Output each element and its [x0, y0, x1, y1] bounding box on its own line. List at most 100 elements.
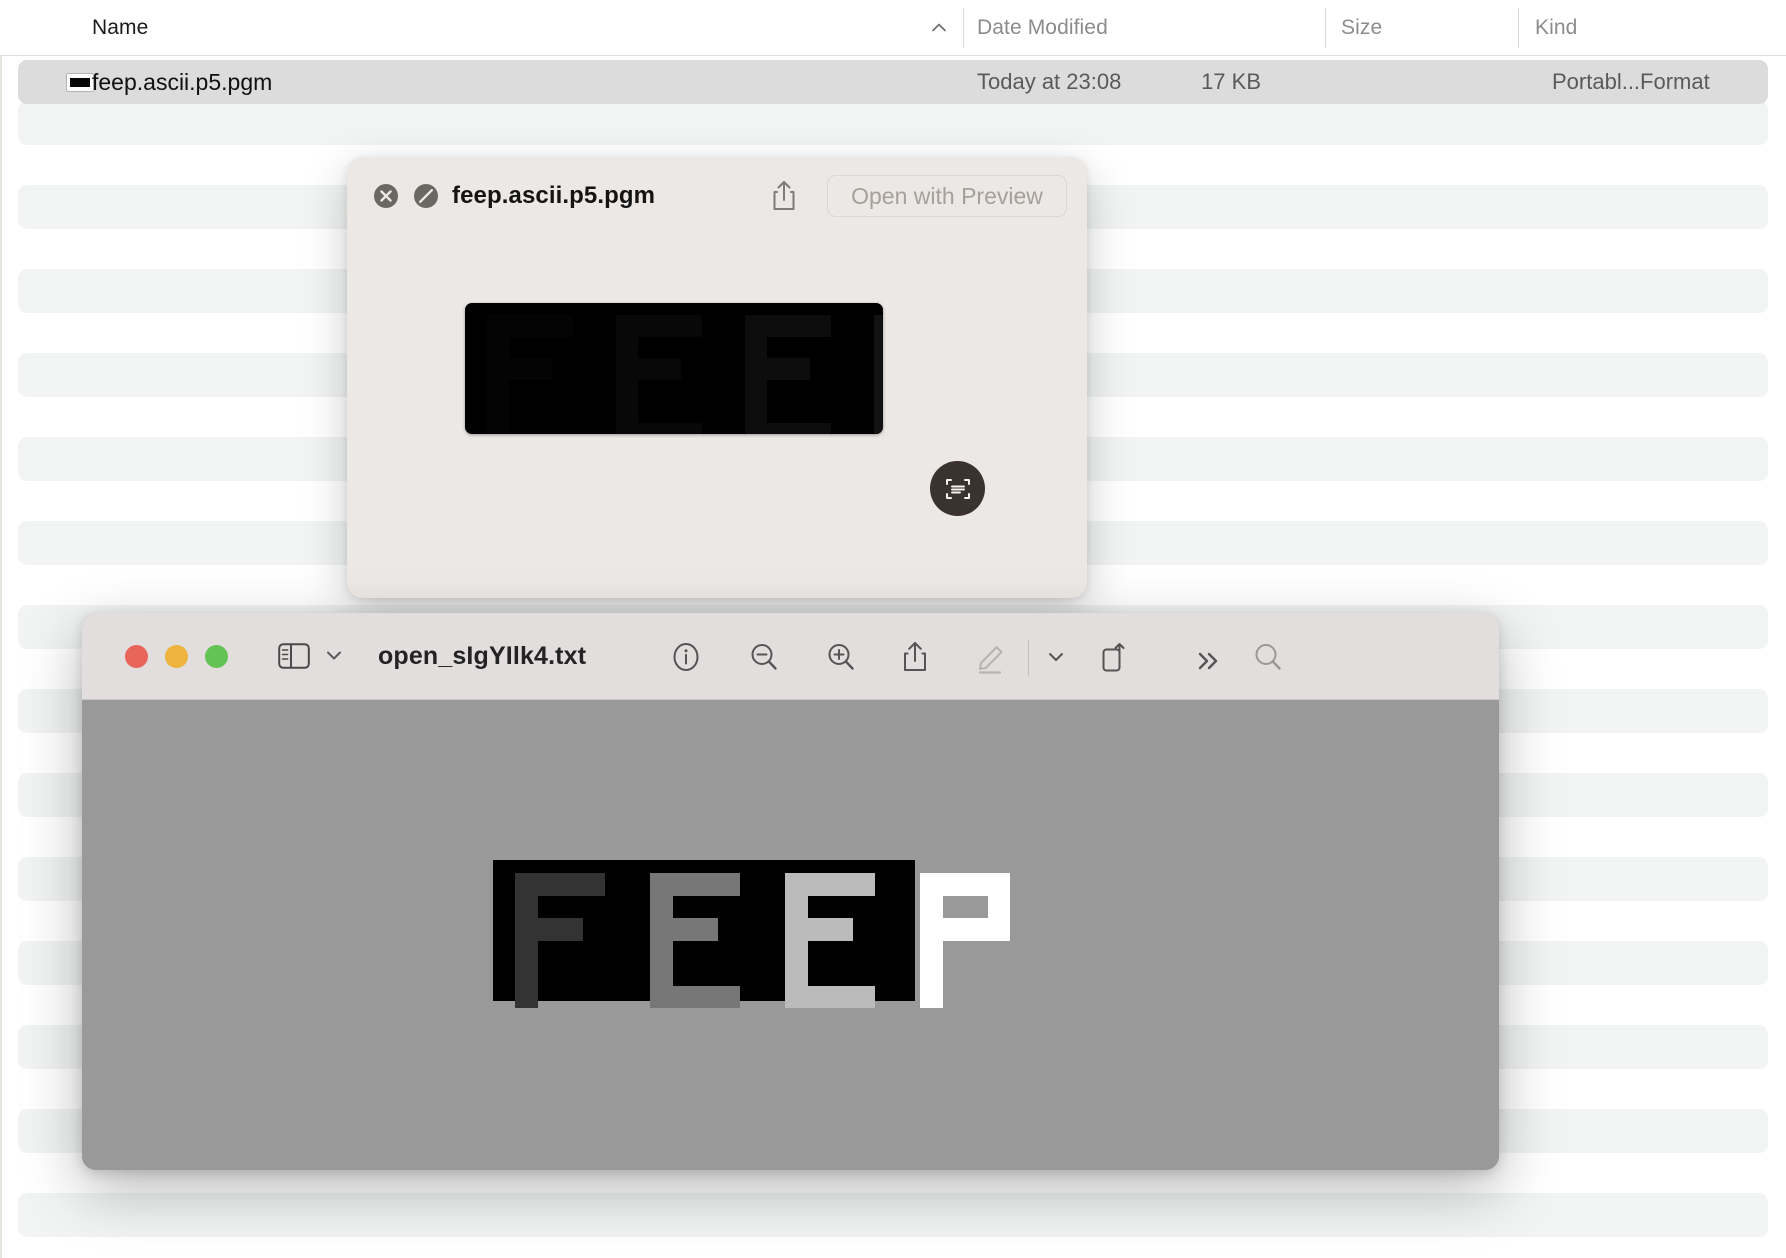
- sort-chevron-up-icon[interactable]: [930, 19, 948, 37]
- search-icon[interactable]: [1250, 639, 1286, 675]
- feep-pixel: [680, 422, 702, 434]
- feep-pixel: [487, 315, 509, 337]
- feep-pixel: [874, 315, 883, 337]
- column-header-bar: Name Date Modified Size Kind: [0, 0, 1786, 56]
- preview-canvas: [82, 700, 1499, 1170]
- feep-pixel: [874, 379, 883, 401]
- feep-pixel: [487, 422, 509, 434]
- feep-pixel: [785, 873, 808, 896]
- quick-look-title: feep.ascii.p5.pgm: [452, 182, 656, 209]
- feep-pixel: [659, 315, 681, 337]
- file-size: 17 KB: [1201, 69, 1261, 94]
- feep-pixel: [515, 873, 538, 896]
- feep-pixel: [785, 963, 808, 986]
- list-item[interactable]: [18, 1193, 1768, 1237]
- feep-pixel: [788, 422, 810, 434]
- feep-pixel: [920, 963, 943, 986]
- feep-pixel: [616, 315, 638, 337]
- feep-pixel: [987, 873, 1010, 896]
- feep-pixel: [745, 358, 767, 380]
- feep-pixel: [515, 985, 538, 1008]
- feep-image: [493, 860, 1010, 1008]
- feep-pixel: [830, 873, 853, 896]
- feep-pixel: [537, 918, 560, 941]
- feep-pixel: [942, 873, 965, 896]
- column-header-date-modified[interactable]: Date Modified: [977, 0, 1108, 56]
- chevron-down-icon[interactable]: [325, 648, 343, 663]
- window-minimize-button[interactable]: [165, 645, 188, 668]
- feep-pixel: [807, 985, 830, 1008]
- markup-pen-icon[interactable]: [973, 639, 1009, 675]
- feep-pixel: [987, 895, 1010, 918]
- feep-pixel: [515, 940, 538, 963]
- column-header-name[interactable]: Name: [92, 0, 148, 56]
- column-header-kind[interactable]: Kind: [1535, 0, 1577, 56]
- feep-pixel: [672, 985, 695, 1008]
- share-icon[interactable]: [769, 179, 799, 213]
- feep-pixel: [616, 336, 638, 358]
- feep-pixel: [487, 401, 509, 423]
- feep-pixel: [852, 985, 875, 1008]
- feep-pixel: [560, 918, 583, 941]
- quick-look-panel: feep.ascii.p5.pgm Open with Preview: [347, 157, 1087, 598]
- feep-pixel: [650, 963, 673, 986]
- feep-pixel: [515, 895, 538, 918]
- live-text-scan-icon[interactable]: [930, 461, 985, 516]
- quick-look-titlebar: feep.ascii.p5.pgm Open with Preview: [347, 157, 1087, 235]
- feep-pixel: [487, 358, 509, 380]
- feep-pixel: [874, 336, 883, 358]
- file-name: feep.ascii.p5.pgm: [92, 68, 273, 95]
- feep-pixel: [508, 358, 530, 380]
- feep-pixel: [637, 315, 659, 337]
- feep-pixel: [650, 940, 673, 963]
- feep-pixel: [852, 873, 875, 896]
- feep-pixel: [637, 358, 659, 380]
- feep-pixel: [788, 358, 810, 380]
- feep-pixel: [515, 963, 538, 986]
- zoom-in-icon[interactable]: [823, 639, 859, 675]
- feep-pixel: [650, 918, 673, 941]
- list-item[interactable]: [18, 101, 1768, 145]
- feep-pixel: [788, 315, 810, 337]
- feep-pixel: [672, 918, 695, 941]
- feep-pixel: [537, 873, 560, 896]
- feep-pixel: [745, 422, 767, 434]
- feep-pixel: [717, 873, 740, 896]
- feep-pixel: [920, 985, 943, 1008]
- feep-pixel: [582, 873, 605, 896]
- no-entry-icon[interactable]: [412, 182, 440, 210]
- feep-pixel: [766, 358, 788, 380]
- sidebar-toggle-icon[interactable]: [277, 641, 311, 671]
- feep-pixel: [659, 358, 681, 380]
- feep-pixel: [809, 422, 831, 434]
- feep-pixel: [987, 918, 1010, 941]
- feep-pixel: [809, 315, 831, 337]
- share-icon[interactable]: [897, 639, 933, 675]
- file-kind: Portabl...Format: [1552, 69, 1710, 94]
- feep-pixel: [785, 895, 808, 918]
- feep-pixel: [560, 873, 583, 896]
- feep-pixel: [637, 422, 659, 434]
- rotate-icon[interactable]: [1095, 639, 1131, 675]
- open-with-preview-button[interactable]: Open with Preview: [827, 175, 1067, 217]
- feep-pixel: [965, 918, 988, 941]
- chevron-down-icon[interactable]: [1045, 646, 1067, 668]
- info-icon[interactable]: [668, 639, 704, 675]
- feep-pixel: [650, 873, 673, 896]
- column-divider[interactable]: [1518, 8, 1519, 48]
- feep-pixel: [874, 401, 883, 423]
- window-close-button[interactable]: [125, 645, 148, 668]
- column-divider[interactable]: [963, 8, 964, 48]
- quick-look-image-preview: [465, 303, 883, 434]
- more-toolbar-items-icon[interactable]: [1190, 643, 1226, 679]
- close-icon[interactable]: [372, 182, 400, 210]
- feep-pixel: [717, 985, 740, 1008]
- zoom-out-icon[interactable]: [746, 639, 782, 675]
- window-zoom-button[interactable]: [205, 645, 228, 668]
- feep-pixel: [874, 358, 883, 380]
- column-divider[interactable]: [1325, 8, 1326, 48]
- column-header-size[interactable]: Size: [1341, 0, 1382, 56]
- feep-pixel: [830, 985, 853, 1008]
- feep-pixel: [650, 895, 673, 918]
- table-row[interactable]: feep.ascii.p5.pgm Today at 23:08 17 KB P…: [18, 60, 1768, 104]
